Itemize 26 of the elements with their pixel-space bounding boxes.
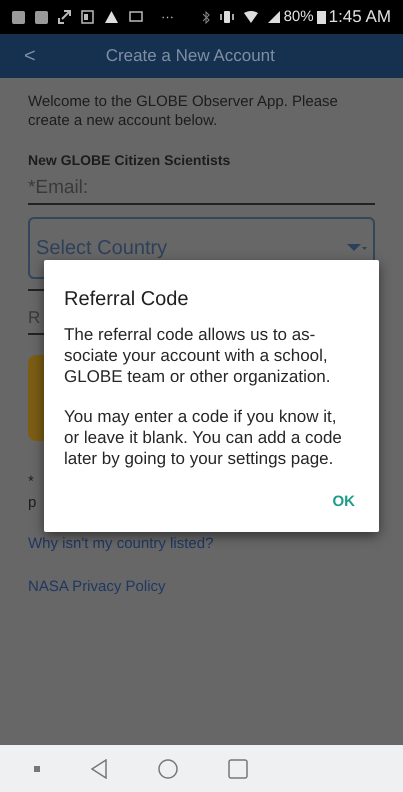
ok-button[interactable]: OK bbox=[328, 491, 359, 514]
dialog-title: Referral Code bbox=[64, 287, 190, 312]
back-triangle-icon[interactable] bbox=[90, 758, 108, 778]
vibrate-icon bbox=[220, 10, 234, 24]
wifi-icon bbox=[244, 11, 258, 23]
note-text: * bbox=[28, 472, 34, 492]
home-circle-icon[interactable] bbox=[158, 758, 178, 778]
text-link[interactable]: NASA Privacy Policy bbox=[28, 576, 166, 598]
back-button[interactable]: < bbox=[24, 41, 36, 71]
dialog-message: The referral code allows us to as-sociate your account with a school, GLOBE team or other organization. bbox=[64, 324, 332, 387]
signal-icon bbox=[268, 11, 280, 23]
battery-percent: 80% bbox=[284, 6, 314, 27]
dialog-message: You may enter a code if you know it, or leave it blank. You can add a code later by going to your settings page. bbox=[64, 406, 343, 469]
clock: 1:45 AM bbox=[328, 6, 391, 28]
text-link[interactable]: Why isn't my country listed? bbox=[28, 533, 214, 556]
screen-title: Create a New Account bbox=[106, 45, 275, 68]
note-text: p bbox=[28, 493, 36, 513]
intro-text: Welcome to the GLOBE Observer App. Please create a new account below. bbox=[28, 92, 339, 130]
warning-icon bbox=[104, 10, 119, 24]
dropdown-caret-icon bbox=[347, 243, 367, 253]
recents-square-icon[interactable] bbox=[228, 758, 248, 778]
battery-icon bbox=[316, 10, 326, 24]
overflow-indicator: ··· bbox=[161, 8, 174, 26]
bluetooth-icon bbox=[202, 10, 210, 24]
calendar-icon bbox=[81, 10, 94, 24]
section-title: New GLOBE Citizen Scientists bbox=[28, 151, 232, 170]
